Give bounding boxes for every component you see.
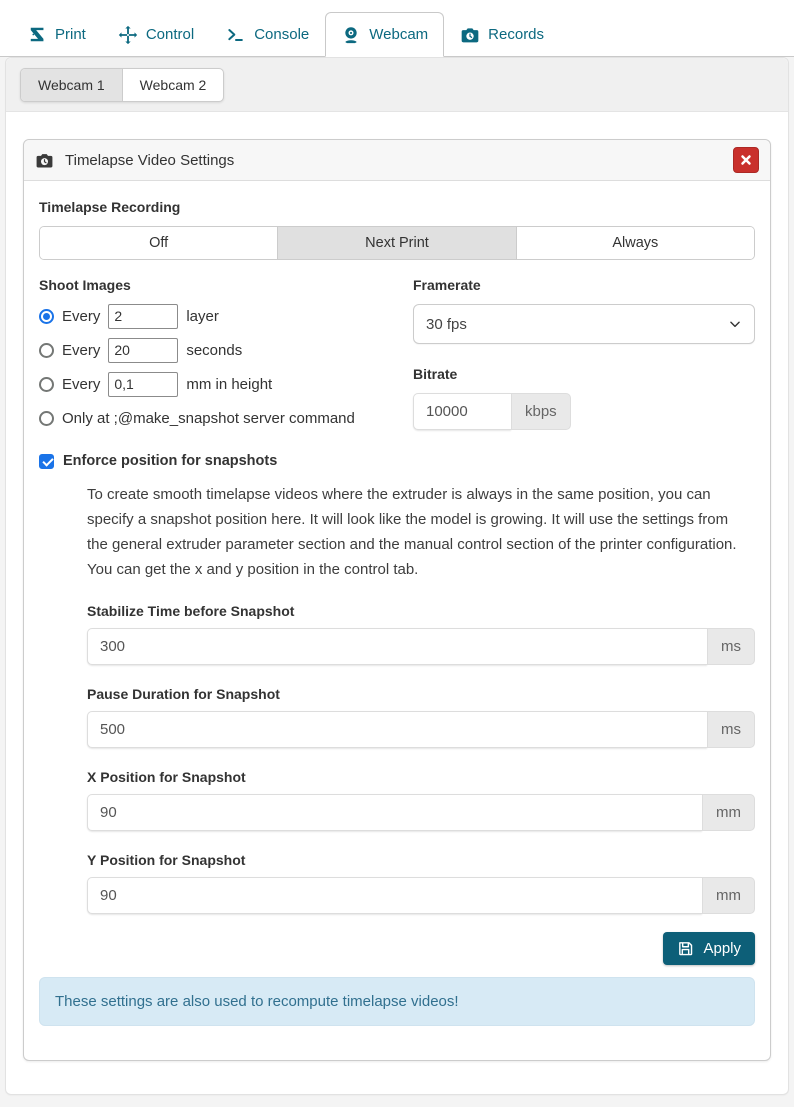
field-unit: mm — [702, 794, 755, 831]
panel-title: Timelapse Video Settings — [65, 152, 234, 169]
webcam-selector-group: Webcam 1 Webcam 2 — [20, 68, 224, 102]
timelapse-recording-label: Timelapse Recording — [39, 199, 755, 215]
move-arrows-icon — [118, 25, 138, 45]
radio-every-seconds[interactable] — [39, 343, 54, 358]
info-alert: These settings are also used to recomput… — [39, 977, 755, 1026]
apply-row: Apply — [39, 932, 755, 965]
pause-duration-input[interactable] — [87, 711, 707, 748]
apply-button[interactable]: Apply — [663, 932, 755, 965]
print-nozzle-icon — [28, 25, 47, 44]
enforce-position-checkbox[interactable] — [39, 454, 54, 469]
main-tab-bar: Print Control Console Webcam — [0, 0, 794, 57]
close-panel-button[interactable] — [733, 147, 759, 173]
tab-print[interactable]: Print — [12, 12, 102, 57]
option-suffix: seconds — [186, 342, 242, 359]
webcam-1-button[interactable]: Webcam 1 — [21, 69, 123, 101]
encoding-section: Framerate 30 fps Bitrate — [413, 277, 755, 433]
terminal-prompt-icon — [226, 25, 246, 45]
close-x-icon — [740, 154, 752, 166]
tab-webcam[interactable]: Webcam — [325, 12, 444, 57]
recording-next-print-button[interactable]: Next Print — [277, 227, 515, 259]
recording-always-button[interactable]: Always — [516, 227, 754, 259]
y-position-input[interactable] — [87, 877, 702, 914]
bitrate-group: kbps — [413, 393, 571, 430]
bitrate-label: Bitrate — [413, 366, 755, 382]
seconds-interval-input[interactable] — [108, 338, 178, 363]
enforce-position-row: Enforce position for snapshots — [39, 453, 755, 469]
camera-clock-icon — [35, 151, 54, 170]
apply-label: Apply — [703, 940, 741, 957]
field-label: Y Position for Snapshot — [87, 852, 755, 868]
shoot-option-command: Only at ;@make_snapshot server command — [39, 403, 391, 433]
shoot-images-section: Shoot Images Every layer Every seconds — [39, 277, 391, 433]
tab-console[interactable]: Console — [210, 12, 325, 57]
radio-every-mm[interactable] — [39, 377, 54, 392]
save-floppy-icon — [677, 940, 694, 957]
x-position-field: X Position for Snapshot mm — [87, 769, 755, 831]
field-label: X Position for Snapshot — [87, 769, 755, 785]
option-prefix: Every — [62, 342, 100, 359]
tab-control[interactable]: Control — [102, 12, 210, 57]
field-unit: ms — [707, 711, 755, 748]
bitrate-input[interactable] — [413, 393, 511, 430]
field-unit: mm — [702, 877, 755, 914]
webcam-icon — [341, 25, 361, 45]
framerate-value: 30 fps — [426, 316, 467, 333]
enforce-position-label: Enforce position for snapshots — [63, 453, 277, 469]
option-suffix: layer — [186, 308, 219, 325]
option-suffix: mm in height — [186, 376, 272, 393]
chevron-down-icon — [728, 317, 742, 331]
shoot-option-height: Every mm in height — [39, 369, 391, 399]
tab-label: Print — [55, 26, 86, 43]
shoot-images-label: Shoot Images — [39, 277, 391, 293]
field-label: Stabilize Time before Snapshot — [87, 603, 755, 619]
panel-header: Timelapse Video Settings — [24, 140, 770, 181]
webcam-2-button[interactable]: Webcam 2 — [123, 69, 224, 101]
recording-off-button[interactable]: Off — [40, 227, 277, 259]
pause-duration-field: Pause Duration for Snapshot ms — [87, 686, 755, 748]
stabilize-time-field: Stabilize Time before Snapshot ms — [87, 603, 755, 665]
framerate-select[interactable]: 30 fps — [413, 304, 755, 344]
enforce-position-details: To create smooth timelapse videos where … — [87, 482, 755, 914]
tab-label: Webcam — [369, 26, 428, 43]
field-unit: ms — [707, 628, 755, 665]
option-prefix: Every — [62, 308, 100, 325]
tab-label: Console — [254, 26, 309, 43]
y-position-field: Y Position for Snapshot mm — [87, 852, 755, 914]
stabilize-time-input[interactable] — [87, 628, 707, 665]
framerate-label: Framerate — [413, 277, 755, 293]
height-interval-input[interactable] — [108, 372, 178, 397]
shoot-option-layer: Every layer — [39, 301, 391, 331]
webcam-subnav: Webcam 1 Webcam 2 — [6, 58, 788, 112]
recording-mode-group: Off Next Print Always — [39, 226, 755, 260]
x-position-input[interactable] — [87, 794, 702, 831]
shoot-option-seconds: Every seconds — [39, 335, 391, 365]
bitrate-unit: kbps — [511, 393, 571, 430]
tab-label: Control — [146, 26, 194, 43]
option-prefix: Every — [62, 376, 100, 393]
camera-clock-icon — [460, 25, 480, 45]
timelapse-settings-panel: Timelapse Video Settings Timelapse Recor… — [23, 139, 771, 1061]
webcam-tab-content: Webcam 1 Webcam 2 Timelapse Video Settin… — [5, 57, 789, 1095]
tab-label: Records — [488, 26, 544, 43]
option-label: Only at ;@make_snapshot server command — [62, 410, 355, 427]
field-label: Pause Duration for Snapshot — [87, 686, 755, 702]
radio-snapshot-command[interactable] — [39, 411, 54, 426]
enforce-position-description: To create smooth timelapse videos where … — [87, 482, 747, 582]
webcam-content-area: Timelapse Video Settings Timelapse Recor… — [6, 112, 788, 1094]
radio-every-layer[interactable] — [39, 309, 54, 324]
tab-records[interactable]: Records — [444, 12, 560, 57]
layer-interval-input[interactable] — [108, 304, 178, 329]
panel-body: Timelapse Recording Off Next Print Alway… — [24, 181, 770, 1060]
